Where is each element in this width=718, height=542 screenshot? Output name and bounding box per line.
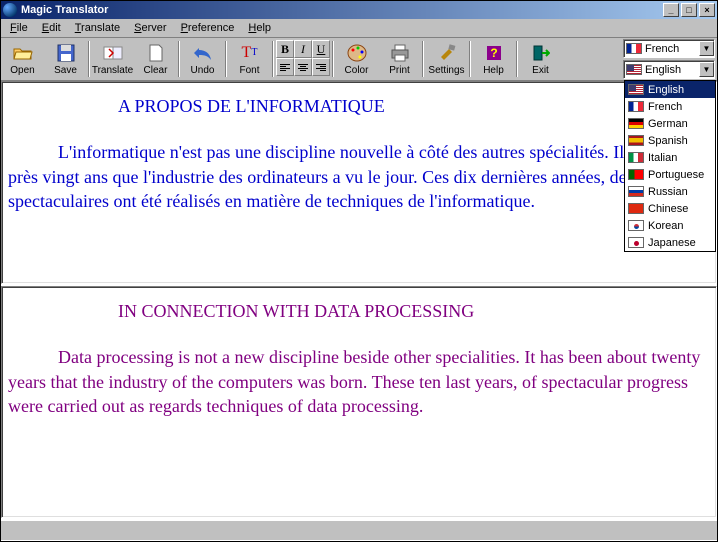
source-body: L'informatique n'est pas une discipline …: [8, 140, 710, 213]
svg-text:?: ?: [490, 46, 497, 60]
translate-button[interactable]: Translate: [91, 39, 134, 79]
flag-ru-icon: [628, 186, 644, 197]
book-help-icon: ?: [484, 43, 504, 63]
titlebar: Magic Translator _ □ ×: [1, 1, 717, 19]
window-title: Magic Translator: [21, 4, 663, 16]
language-option-japanese[interactable]: Japanese: [625, 234, 715, 251]
color-button[interactable]: Color: [335, 39, 378, 79]
minimize-button[interactable]: _: [663, 3, 679, 17]
flag-cn-icon: [628, 203, 644, 214]
menubar: File Edit Translate Server Preference He…: [1, 19, 717, 38]
chevron-down-icon: ▼: [699, 41, 714, 56]
align-center-button[interactable]: [294, 58, 312, 76]
undo-icon: [193, 43, 213, 63]
flag-usa-icon: [626, 64, 642, 75]
italic-button[interactable]: I: [294, 40, 312, 58]
flag-kr-icon: [628, 220, 644, 231]
language-option-chinese[interactable]: Chinese: [625, 200, 715, 217]
flag-us-icon: [628, 84, 644, 95]
language-option-italian[interactable]: Italian: [625, 149, 715, 166]
folder-open-icon: [13, 43, 33, 63]
language-option-korean[interactable]: Korean: [625, 217, 715, 234]
target-text-pane[interactable]: IN CONNECTION WITH DATA PROCESSING Data …: [1, 286, 717, 518]
flag-de-icon: [628, 118, 644, 129]
save-button[interactable]: Save: [44, 39, 87, 79]
menu-edit[interactable]: Edit: [35, 21, 68, 35]
statusbar: [1, 520, 717, 540]
language-option-english[interactable]: English: [625, 81, 715, 98]
font-button[interactable]: TT Font: [228, 39, 271, 79]
font-icon: TT: [240, 43, 260, 63]
hammer-icon: [437, 43, 457, 63]
flag-france-icon: [626, 43, 642, 54]
settings-button[interactable]: Settings: [425, 39, 468, 79]
language-option-portuguese[interactable]: Portuguese: [625, 166, 715, 183]
floppy-icon: [56, 43, 76, 63]
language-option-russian[interactable]: Russian: [625, 183, 715, 200]
target-language-combo[interactable]: English ▼: [623, 60, 715, 79]
menu-help[interactable]: Help: [241, 21, 278, 35]
flag-it-icon: [628, 152, 644, 163]
toolbar: Open Save Translate Clear Undo TT Font B…: [1, 38, 717, 81]
translate-icon: [103, 43, 123, 63]
flag-fr-icon: [628, 101, 644, 112]
blank-page-icon: [146, 43, 166, 63]
language-option-german[interactable]: German: [625, 115, 715, 132]
palette-icon: [347, 43, 367, 63]
menu-file[interactable]: File: [3, 21, 35, 35]
menu-preference[interactable]: Preference: [174, 21, 242, 35]
flag-es-icon: [628, 135, 644, 146]
undo-button[interactable]: Undo: [181, 39, 224, 79]
flag-pt-icon: [628, 169, 644, 180]
close-button[interactable]: ×: [699, 3, 715, 17]
printer-icon: [390, 43, 410, 63]
source-text-pane[interactable]: A PROPOS DE L'INFORMATIQUE L'informatiqu…: [1, 81, 717, 284]
align-left-button[interactable]: [276, 58, 294, 76]
target-title: IN CONNECTION WITH DATA PROCESSING: [8, 299, 710, 323]
help-button[interactable]: ? Help: [472, 39, 515, 79]
bold-button[interactable]: B: [276, 40, 294, 58]
language-option-french[interactable]: French: [625, 98, 715, 115]
source-title: A PROPOS DE L'INFORMATIQUE: [8, 94, 710, 118]
maximize-button[interactable]: □: [681, 3, 697, 17]
underline-button[interactable]: U: [312, 40, 330, 58]
source-language-combo[interactable]: French ▼: [623, 39, 715, 58]
app-icon: [3, 3, 17, 17]
language-dropdown[interactable]: EnglishFrenchGermanSpanishItalianPortugu…: [624, 80, 716, 252]
print-button[interactable]: Print: [378, 39, 421, 79]
open-button[interactable]: Open: [1, 39, 44, 79]
language-option-spanish[interactable]: Spanish: [625, 132, 715, 149]
chevron-down-icon: ▼: [699, 62, 714, 77]
target-body: Data processing is not a new discipline …: [8, 345, 710, 418]
clear-button[interactable]: Clear: [134, 39, 177, 79]
exit-button[interactable]: Exit: [519, 39, 562, 79]
menu-translate[interactable]: Translate: [68, 21, 127, 35]
exit-icon: [531, 43, 551, 63]
align-right-button[interactable]: [312, 58, 330, 76]
flag-jp-icon: [628, 237, 644, 248]
menu-server[interactable]: Server: [127, 21, 173, 35]
